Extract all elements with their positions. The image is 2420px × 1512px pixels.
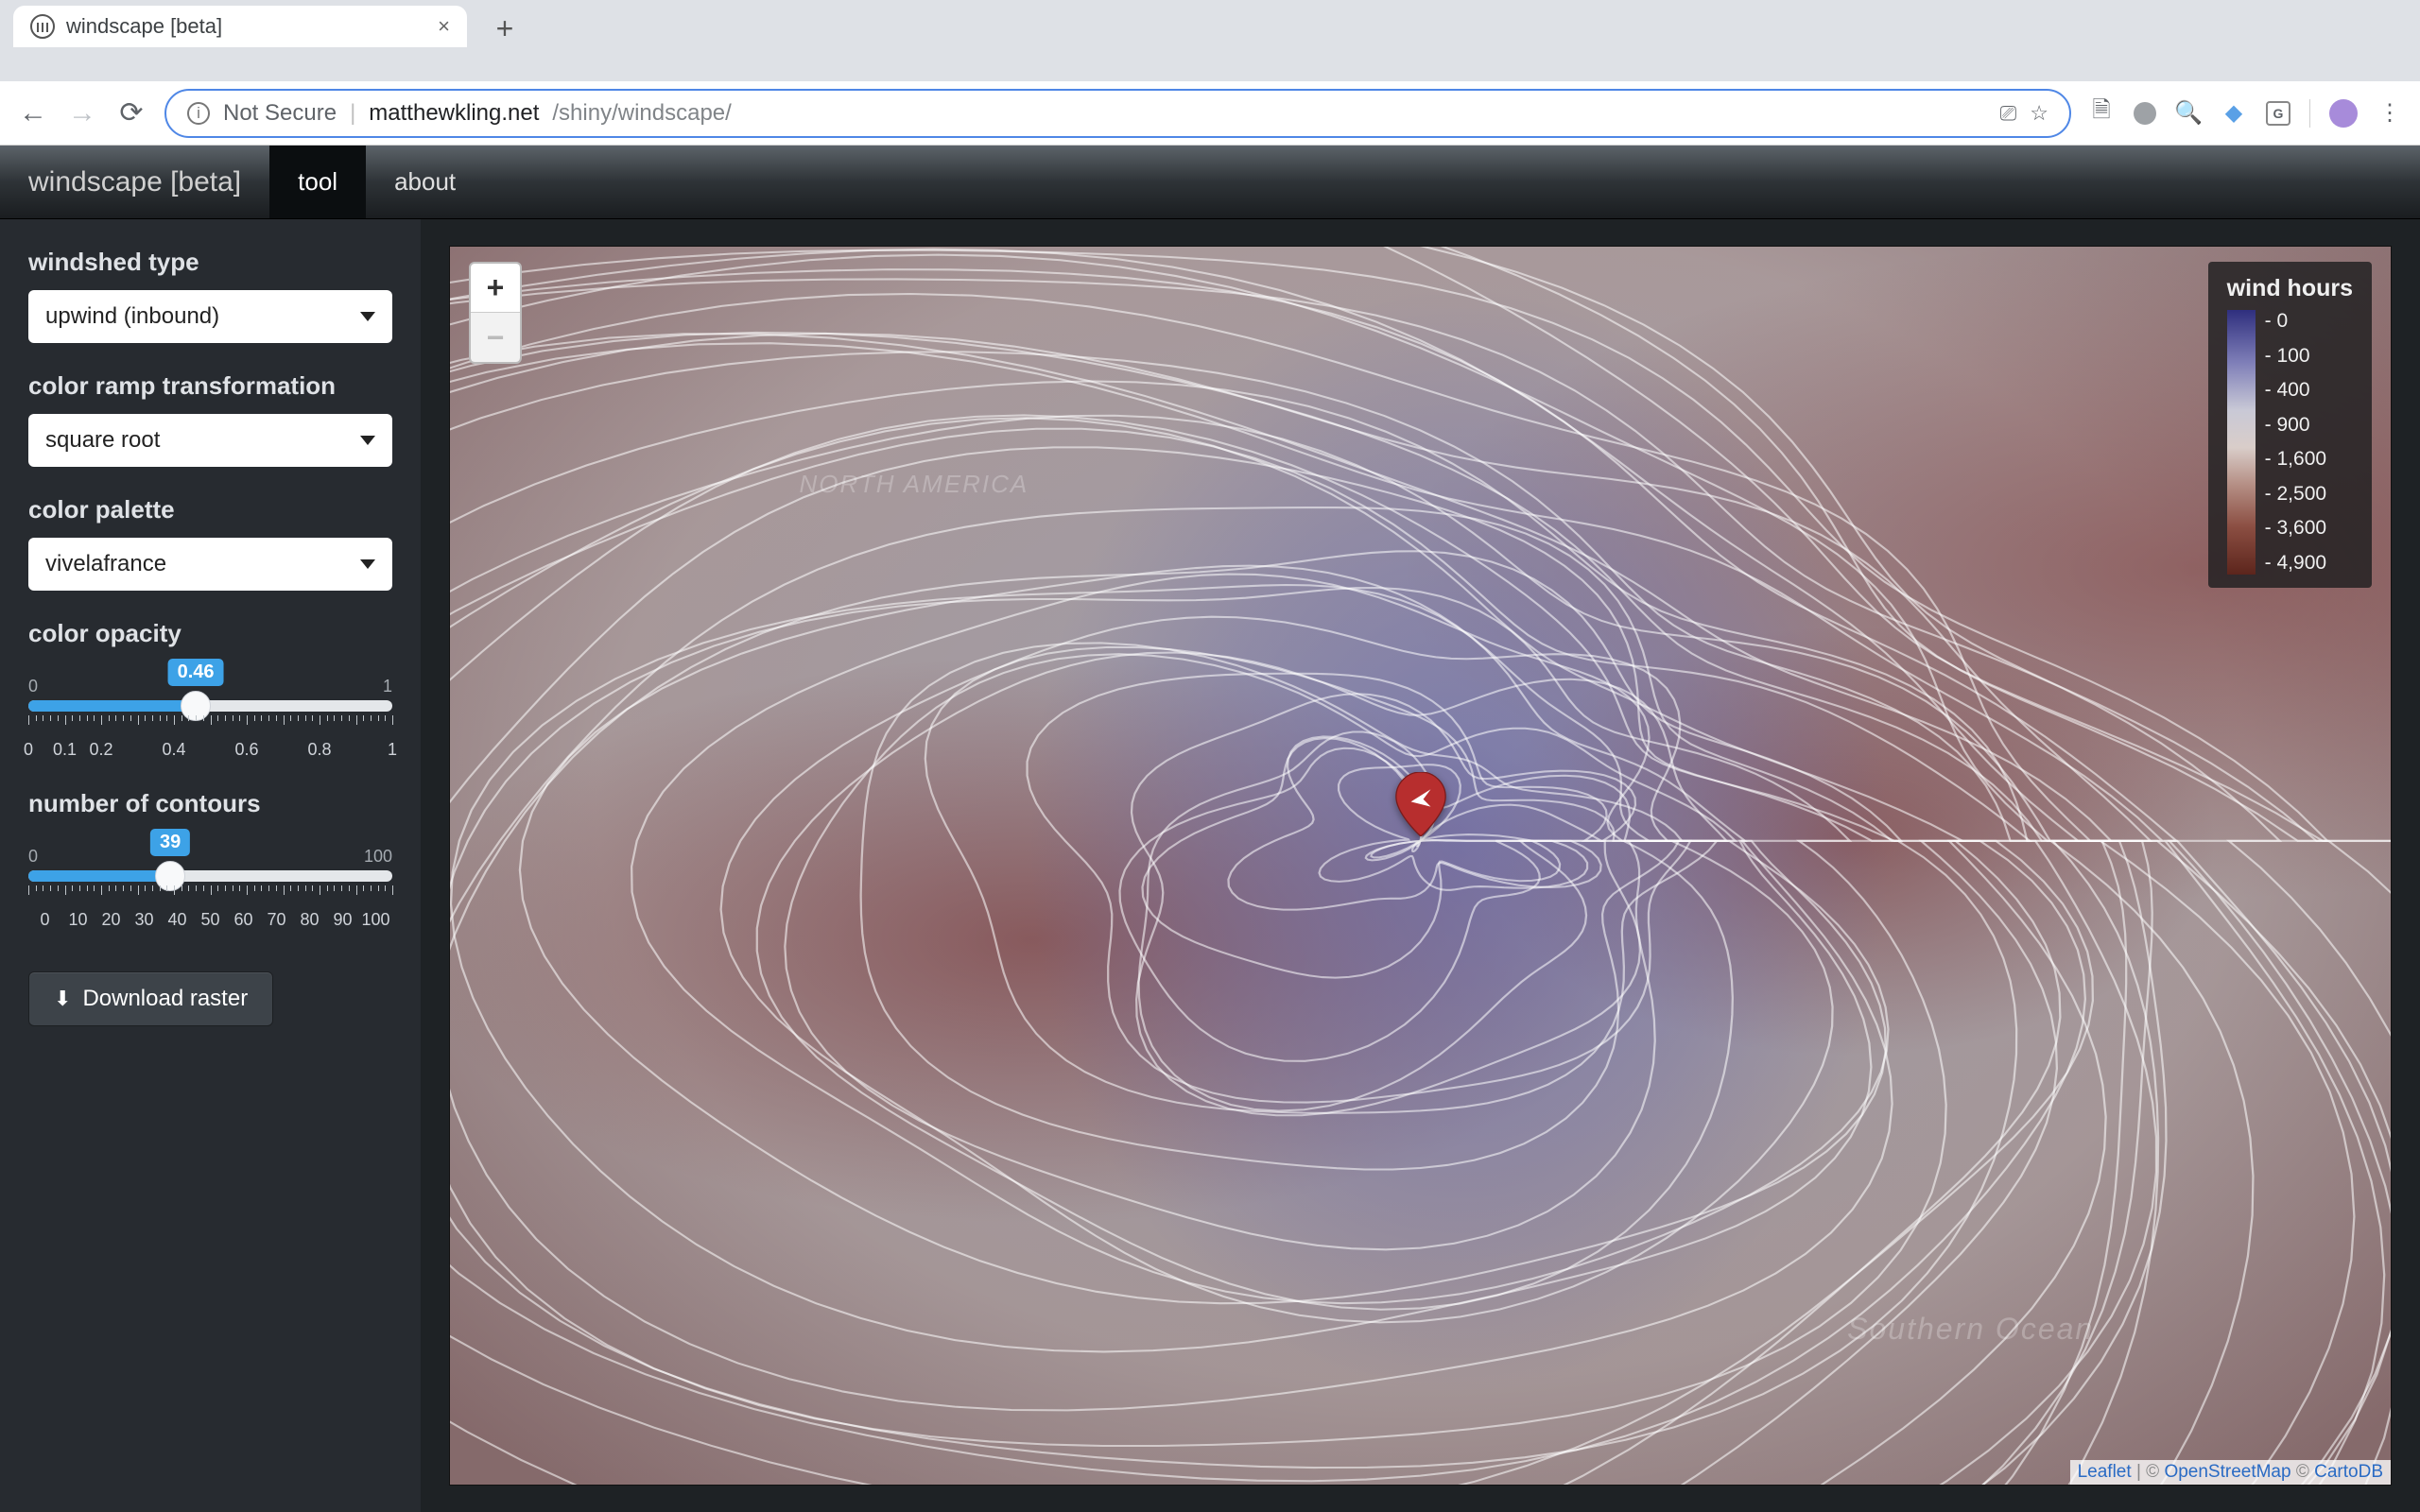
windshed-type-label: windshed type [28, 248, 392, 277]
download-icon: ⬇ [54, 987, 71, 1011]
color-opacity-slider[interactable]: 0 1 0.46 00.10.20.40.60.81 [28, 662, 392, 761]
zoom-control: + − [469, 262, 522, 364]
legend-title: wind hours [2227, 275, 2353, 302]
contours-tick-labels: 0102030405060708090100 [28, 910, 392, 930]
back-button[interactable]: ← [17, 97, 49, 129]
legend-color-bar [2227, 310, 2256, 575]
chevron-down-icon [360, 559, 375, 569]
contours-label: number of contours [28, 789, 392, 818]
address-bar[interactable]: i Not Secure | matthewkling.net/shiny/wi… [164, 89, 2071, 138]
legend-ticks: 01004009001,6002,5003,6004,900 [2265, 310, 2326, 575]
extension-g-icon[interactable]: G [2266, 101, 2290, 126]
carto-link[interactable]: CartoDB [2314, 1462, 2383, 1482]
browser-tab[interactable]: windscape [beta] × [13, 6, 467, 47]
zoom-out-button[interactable]: − [471, 313, 520, 362]
map-attribution: Leaflet | © OpenStreetMap © CartoDB [2070, 1460, 2391, 1485]
close-tab-icon[interactable]: × [438, 14, 450, 39]
windshed-type-select[interactable]: upwind (inbound) [28, 290, 392, 343]
chevron-down-icon [360, 436, 375, 445]
color-transformation-select[interactable]: square root [28, 414, 392, 467]
opacity-value-badge: 0.46 [168, 659, 224, 686]
reload-button[interactable]: ⟳ [115, 97, 147, 129]
leaflet-link[interactable]: Leaflet [2078, 1462, 2132, 1482]
legend: wind hours 01004009001,6002,5003,6004,90… [2208, 262, 2372, 588]
contour-layer [450, 247, 2391, 1485]
contours-slider[interactable]: 0 100 39 0102030405060708090100 [28, 832, 392, 930]
color-opacity-label: color opacity [28, 619, 392, 648]
bookmark-star-icon[interactable]: ☆ [2030, 101, 2048, 126]
new-tab-button[interactable]: + [486, 9, 524, 47]
tab-about[interactable]: about [366, 146, 484, 218]
sidebar: windshed type upwind (inbound) color ram… [0, 219, 421, 1512]
map-view[interactable]: NORTH AMERICA Southern Ocean + − wind ho… [449, 246, 2392, 1486]
osm-link[interactable]: OpenStreetMap [2164, 1462, 2290, 1482]
extension-diamond-icon[interactable]: ◆ [2221, 100, 2247, 127]
site-info-icon[interactable]: i [187, 102, 210, 125]
tab-title: windscape [beta] [66, 14, 222, 39]
extension-search-icon[interactable]: 🔍 [2175, 100, 2202, 127]
color-transformation-label: color ramp transformation [28, 371, 392, 401]
url-path: /shiny/windscape/ [552, 100, 731, 127]
extension-circle-icon[interactable] [2134, 102, 2156, 125]
url-host: matthewkling.net [369, 100, 539, 127]
color-palette-label: color palette [28, 495, 392, 524]
opacity-tick-labels: 00.10.20.40.60.81 [28, 740, 392, 761]
color-palette-select[interactable]: vivelafrance [28, 538, 392, 591]
cast-icon[interactable]: ⎚ [2000, 101, 2017, 126]
contours-value-badge: 39 [150, 829, 190, 856]
download-raster-button[interactable]: ⬇ Download raster [28, 971, 273, 1026]
extension-doc-icon[interactable]: 🗎 [2088, 100, 2115, 127]
globe-icon [30, 14, 55, 39]
origin-marker[interactable] [1395, 772, 1446, 841]
menu-icon[interactable]: ⋮ [2377, 100, 2403, 127]
app-brand: windscape [beta] [28, 146, 241, 218]
profile-avatar[interactable] [2329, 99, 2358, 128]
tab-tool[interactable]: tool [269, 146, 366, 218]
zoom-in-button[interactable]: + [471, 264, 520, 313]
forward-button[interactable]: → [66, 97, 98, 129]
chevron-down-icon [360, 312, 375, 321]
security-label: Not Secure [223, 100, 337, 127]
